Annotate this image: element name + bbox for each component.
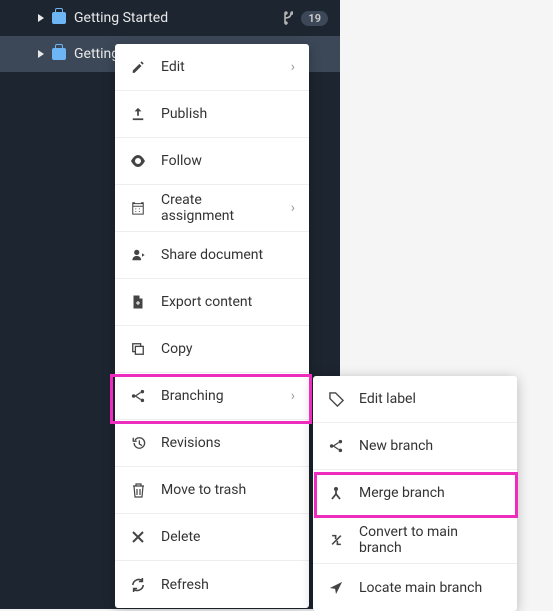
tree-item-label: Getting Started xyxy=(74,10,275,26)
history-icon xyxy=(129,436,147,450)
menu-item-branching[interactable]: Branching › xyxy=(115,373,309,420)
submenu-item-label: Edit label xyxy=(359,391,503,407)
tag-icon xyxy=(327,392,345,407)
menu-item-label: Refresh xyxy=(161,577,295,593)
chevron-right-icon: › xyxy=(291,388,295,404)
caret-right-icon xyxy=(38,14,44,22)
menu-item-revisions[interactable]: Revisions xyxy=(115,420,309,467)
copy-icon xyxy=(129,342,147,356)
submenu-item-merge-branch[interactable]: Merge branch xyxy=(313,470,517,517)
submenu-item-convert-main-branch[interactable]: Convert to main branch xyxy=(313,517,517,564)
menu-item-edit[interactable]: Edit › xyxy=(115,44,309,91)
submenu-item-edit-label[interactable]: Edit label xyxy=(313,376,517,423)
refresh-icon xyxy=(129,578,147,592)
branching-submenu: Edit label New branch Merge branch Conve… xyxy=(313,376,517,611)
menu-item-label: Delete xyxy=(161,529,295,545)
menu-item-label: Move to trash xyxy=(161,482,295,498)
calendar-icon xyxy=(129,201,147,215)
chevron-right-icon: › xyxy=(291,59,295,75)
tree-item-getting-started[interactable]: Getting Started 19 xyxy=(0,0,340,36)
trash-icon xyxy=(129,483,147,498)
menu-item-label: Branching xyxy=(161,388,277,404)
menu-item-label: Edit xyxy=(161,59,277,75)
upload-icon xyxy=(129,107,147,121)
submenu-item-locate-main-branch[interactable]: Locate main branch xyxy=(313,564,517,611)
chevron-right-icon: › xyxy=(291,200,295,216)
menu-item-label: Share document xyxy=(161,247,295,263)
menu-item-label: Export content xyxy=(161,294,295,310)
menu-item-publish[interactable]: Publish xyxy=(115,91,309,138)
caret-right-icon xyxy=(38,50,44,58)
menu-item-label: Follow xyxy=(161,153,295,169)
share-user-icon xyxy=(129,248,147,262)
menu-item-follow[interactable]: Follow xyxy=(115,138,309,185)
briefcase-icon xyxy=(52,48,66,60)
submenu-item-label: Merge branch xyxy=(359,485,503,501)
convert-icon xyxy=(327,533,345,547)
menu-item-move-to-trash[interactable]: Move to trash xyxy=(115,467,309,514)
branch-icon xyxy=(283,11,293,25)
locate-icon xyxy=(327,581,345,595)
menu-item-export-content[interactable]: Export content xyxy=(115,279,309,326)
menu-item-label: Create assignment xyxy=(161,192,277,224)
briefcase-icon xyxy=(52,12,66,24)
file-export-icon xyxy=(129,295,147,310)
submenu-item-label: New branch xyxy=(359,438,503,454)
submenu-item-label: Locate main branch xyxy=(359,580,503,596)
merge-icon xyxy=(327,486,345,501)
edit-icon xyxy=(129,60,147,74)
delete-icon xyxy=(129,531,147,543)
branching-icon xyxy=(129,389,147,403)
menu-item-label: Copy xyxy=(161,341,295,357)
menu-item-label: Revisions xyxy=(161,435,295,451)
menu-item-delete[interactable]: Delete xyxy=(115,514,309,561)
branching-icon xyxy=(327,439,345,453)
menu-item-label: Publish xyxy=(161,106,295,122)
menu-item-copy[interactable]: Copy xyxy=(115,326,309,373)
count-badge: 19 xyxy=(301,11,328,26)
submenu-item-new-branch[interactable]: New branch xyxy=(313,423,517,470)
menu-item-share-document[interactable]: Share document xyxy=(115,232,309,279)
context-menu: Edit › Publish Follow Create assignment … xyxy=(115,44,309,608)
menu-item-refresh[interactable]: Refresh xyxy=(115,561,309,608)
submenu-item-label: Convert to main branch xyxy=(359,524,503,556)
menu-item-create-assignment[interactable]: Create assignment › xyxy=(115,185,309,232)
eye-icon xyxy=(129,155,147,167)
